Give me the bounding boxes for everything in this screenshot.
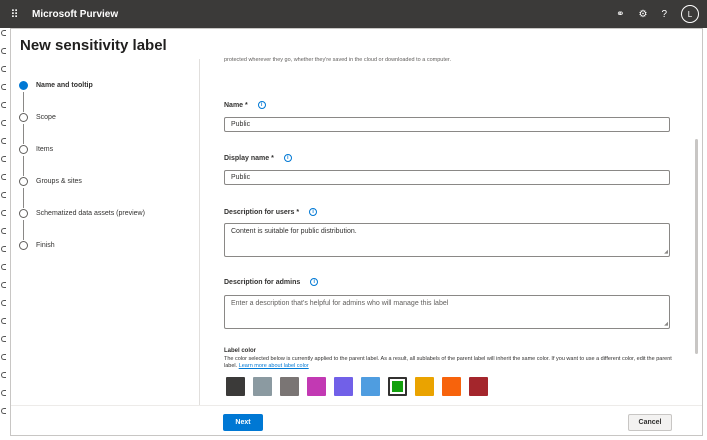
color-swatch[interactable] <box>469 377 488 396</box>
color-swatch[interactable] <box>226 377 245 396</box>
step-dot-icon <box>19 209 28 218</box>
divider <box>199 59 200 409</box>
desc-admins-label: Description for admins <box>224 278 301 286</box>
color-swatch[interactable] <box>334 377 353 396</box>
display-name-field[interactable]: Public <box>224 170 670 185</box>
resize-grip-icon[interactable]: ◢ <box>664 249 668 255</box>
info-icon[interactable]: i <box>257 101 266 109</box>
app-title: Microsoft Purview <box>32 8 119 20</box>
step-dot-icon <box>19 145 28 154</box>
step-label: Finish <box>36 242 55 249</box>
help-icon[interactable]: ? <box>661 9 667 20</box>
step-dot-icon <box>19 177 28 186</box>
desc-users-label: Description for users * <box>224 208 300 216</box>
wizard-footer: Next Cancel <box>11 405 702 435</box>
desc-users-textarea[interactable]: Content is suitable for public distribut… <box>224 223 670 257</box>
info-icon[interactable]: i <box>310 278 319 286</box>
info-icon[interactable]: i <box>309 208 318 216</box>
scrollbar[interactable] <box>694 59 699 409</box>
avatar[interactable]: L <box>681 5 699 23</box>
step-label: Groups & sites <box>36 178 82 185</box>
page-title: New sensitivity label <box>20 37 167 54</box>
label-color-title: Label color <box>224 348 257 354</box>
name-label: Name * <box>224 101 248 109</box>
cancel-button[interactable]: Cancel <box>628 414 672 431</box>
step-label: Scope <box>36 114 56 121</box>
top-bar: ⠿ Microsoft Purview ⚭ ⚙ ? L <box>0 0 707 28</box>
waffle-icon[interactable]: ⠿ <box>0 0 28 28</box>
display-name-label: Display name * <box>224 154 274 162</box>
name-label-row: Name * i <box>224 101 266 109</box>
desc-users-label-row: Description for users * i <box>224 208 318 216</box>
share-icon[interactable]: ⚭ <box>616 9 624 20</box>
color-swatch[interactable] <box>361 377 380 396</box>
color-swatch[interactable] <box>415 377 434 396</box>
wizard-panel: New sensitivity label Name and tooltip S… <box>10 28 703 436</box>
learn-more-link[interactable]: Learn more about label color <box>239 363 309 369</box>
step-groups-sites[interactable]: Groups & sites <box>19 175 199 208</box>
display-name-label-row: Display name * i <box>224 154 292 162</box>
label-color-note: The color selected below is currently ap… <box>224 356 674 370</box>
next-button[interactable]: Next <box>223 414 263 431</box>
settings-icon[interactable]: ⚙ <box>638 9 647 20</box>
step-label: Schematized data assets (preview) <box>36 210 145 217</box>
step-scope[interactable]: Scope <box>19 111 199 144</box>
color-swatch[interactable] <box>253 377 272 396</box>
color-swatch[interactable] <box>307 377 326 396</box>
step-dot-icon <box>19 113 28 122</box>
step-name-and-tooltip[interactable]: Name and tooltip <box>19 79 199 112</box>
desc-admins-placeholder: Enter a description that's helpful for a… <box>231 300 449 307</box>
color-swatches <box>226 377 488 396</box>
wizard-steps: Name and tooltip Scope Items Groups & si… <box>19 79 199 271</box>
binder-gutter <box>0 0 8 440</box>
step-finish[interactable]: Finish <box>19 239 199 271</box>
resize-grip-icon[interactable]: ◢ <box>664 321 668 327</box>
step-dot-icon <box>19 81 28 90</box>
color-swatch[interactable] <box>442 377 461 396</box>
scrollbar-thumb[interactable] <box>695 139 698 354</box>
step-label: Name and tooltip <box>36 82 93 89</box>
color-swatch-selected[interactable] <box>388 377 407 396</box>
name-field[interactable]: Public <box>224 117 670 132</box>
step-items[interactable]: Items <box>19 143 199 176</box>
desc-users-value: Content is suitable for public distribut… <box>231 228 357 235</box>
desc-admins-textarea[interactable]: Enter a description that's helpful for a… <box>224 295 670 329</box>
info-icon[interactable]: i <box>283 154 292 162</box>
step-schematized-data-assets[interactable]: Schematized data assets (preview) <box>19 207 199 240</box>
desc-admins-label-row: Description for admins i <box>224 278 319 286</box>
step-dot-icon <box>19 241 28 250</box>
step-label: Items <box>36 146 54 153</box>
color-swatch[interactable] <box>280 377 299 396</box>
intro-text: protected wherever they go, whether they… <box>224 57 451 63</box>
